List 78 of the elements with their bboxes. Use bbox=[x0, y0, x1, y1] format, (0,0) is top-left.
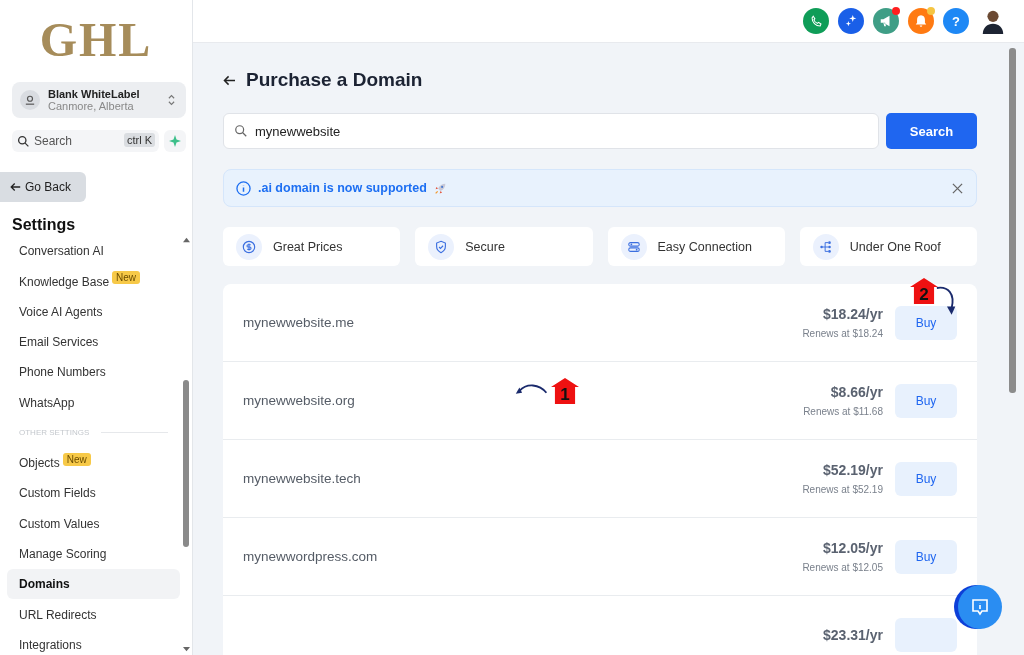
scroll-up-icon[interactable] bbox=[181, 236, 191, 243]
step-marker: 1 bbox=[551, 378, 579, 404]
nav-item[interactable]: URL Redirects bbox=[7, 599, 180, 630]
buy-button[interactable]: Buy bbox=[895, 461, 957, 496]
megaphone-icon bbox=[879, 14, 893, 28]
domain-search-field[interactable]: mynewwebsite bbox=[223, 113, 879, 149]
domain-price: $18.24/yr bbox=[823, 306, 883, 322]
nav-item[interactable]: Knowledge Base New bbox=[7, 266, 180, 297]
nav-item[interactable]: Conversation AI bbox=[7, 236, 180, 267]
shortcut-hint: ctrl K bbox=[123, 133, 155, 147]
nav-item[interactable]: Custom Values bbox=[7, 508, 180, 539]
phone-button[interactable] bbox=[803, 8, 829, 34]
bell-button[interactable] bbox=[908, 8, 934, 34]
feature-label: Great Prices bbox=[273, 239, 343, 254]
nav-item[interactable]: Integrations bbox=[7, 629, 180, 655]
renewal-price: Renews at $52.19 bbox=[802, 484, 883, 495]
domain-price: $12.05/yr bbox=[823, 540, 883, 556]
renewal-price: Renews at $18.24 bbox=[802, 328, 883, 339]
sparkle-icon bbox=[844, 14, 858, 28]
account-location: Canmore, Alberta bbox=[48, 100, 135, 112]
toggles-icon bbox=[626, 239, 641, 254]
nav-item[interactable]: Phone Numbers bbox=[7, 357, 180, 388]
settings-heading: Settings bbox=[12, 216, 77, 234]
rocket-icon bbox=[433, 181, 447, 195]
network-icon bbox=[818, 239, 833, 254]
account-switcher[interactable]: Blank WhiteLabel Canmore, Alberta bbox=[12, 82, 186, 118]
info-icon bbox=[236, 180, 251, 196]
new-badge: New bbox=[62, 452, 91, 466]
megaphone-button[interactable] bbox=[873, 8, 899, 34]
buy-button[interactable]: Buy bbox=[895, 539, 957, 574]
nav-item[interactable]: Objects New bbox=[7, 447, 180, 479]
avatar-icon[interactable] bbox=[980, 8, 1006, 34]
logo: GHL bbox=[38, 12, 154, 68]
nav-item[interactable]: Manage Scoring bbox=[7, 538, 180, 569]
scroll-down-icon[interactable] bbox=[181, 646, 191, 653]
shield-icon bbox=[434, 239, 449, 254]
search-icon bbox=[17, 135, 30, 148]
domain-name: mynewwebsite.tech bbox=[243, 471, 361, 486]
feature-label: Easy Connection bbox=[657, 239, 752, 254]
buy-button[interactable]: Buy bbox=[895, 305, 957, 340]
phone-icon bbox=[809, 14, 823, 28]
page-scrollbar-thumb[interactable] bbox=[1009, 48, 1016, 393]
domain-name: mynewwebsite.org bbox=[243, 393, 355, 408]
buy-button[interactable]: Buy bbox=[895, 383, 957, 418]
back-arrow-icon[interactable] bbox=[223, 74, 236, 86]
bell-icon bbox=[914, 14, 928, 28]
banner-text: .ai domain is now supported bbox=[258, 181, 427, 195]
search-icon bbox=[234, 124, 248, 138]
help-button[interactable]: ? bbox=[943, 8, 969, 34]
arrow-left-icon bbox=[10, 182, 21, 192]
chevron-updown-icon bbox=[167, 93, 176, 107]
domain-price: $52.19/yr bbox=[823, 462, 883, 478]
sparkle-button[interactable] bbox=[838, 8, 864, 34]
chat-button[interactable] bbox=[958, 585, 1002, 629]
nav-item[interactable]: Custom Fields bbox=[7, 478, 180, 509]
sparkle-icon bbox=[169, 135, 181, 147]
nav-item[interactable]: Voice AI Agents bbox=[7, 296, 180, 327]
new-badge: New bbox=[112, 271, 141, 285]
domain-name: mynewwordpress.com bbox=[243, 549, 378, 564]
renewal-price: Renews at $11.68 bbox=[803, 406, 883, 417]
close-icon[interactable] bbox=[952, 182, 963, 194]
renewal-price: Renews at $12.05 bbox=[802, 562, 883, 573]
nav-item[interactable]: Email Services bbox=[7, 326, 180, 358]
feature-label: Under One Roof bbox=[849, 239, 941, 254]
feature-label: Secure bbox=[465, 239, 505, 254]
domain-name: mynewwebsite.me bbox=[243, 315, 355, 330]
dollar-icon bbox=[242, 239, 256, 254]
search-button[interactable]: Search bbox=[886, 113, 977, 149]
scrollbar-thumb[interactable] bbox=[183, 380, 189, 547]
nav-item[interactable]: Domains bbox=[7, 568, 180, 600]
domain-price: $8.66/yr bbox=[830, 384, 883, 400]
account-name: Blank WhiteLabel bbox=[48, 88, 141, 100]
domain-price: $23.31/yr bbox=[823, 626, 883, 643]
nav-item[interactable]: WhatsApp bbox=[7, 387, 180, 418]
page-title: Purchase a Domain bbox=[246, 69, 423, 91]
step-marker: 2 bbox=[910, 278, 938, 304]
chat-icon bbox=[970, 597, 990, 617]
go-back-button[interactable]: Go Back bbox=[0, 172, 86, 202]
